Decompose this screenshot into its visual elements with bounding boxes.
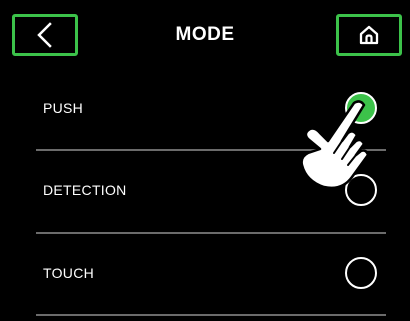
option-label: TOUCH (43, 265, 95, 281)
option-push[interactable]: PUSH (36, 68, 386, 148)
option-label: PUSH (43, 100, 84, 116)
home-button[interactable] (336, 14, 402, 56)
option-detection[interactable]: DETECTION (36, 150, 386, 230)
page-title: MODE (175, 24, 235, 45)
option-touch[interactable]: TOUCH (36, 233, 386, 313)
divider (36, 314, 386, 316)
chevron-left-icon (37, 22, 52, 48)
radio-detection[interactable] (345, 174, 377, 206)
radio-touch[interactable] (345, 257, 377, 289)
home-icon (359, 25, 379, 45)
mode-screen: MODE PUSH DETECTION TOUCH (0, 0, 410, 321)
radio-push[interactable] (345, 92, 377, 124)
back-button[interactable] (12, 14, 78, 56)
option-label: DETECTION (43, 182, 127, 198)
